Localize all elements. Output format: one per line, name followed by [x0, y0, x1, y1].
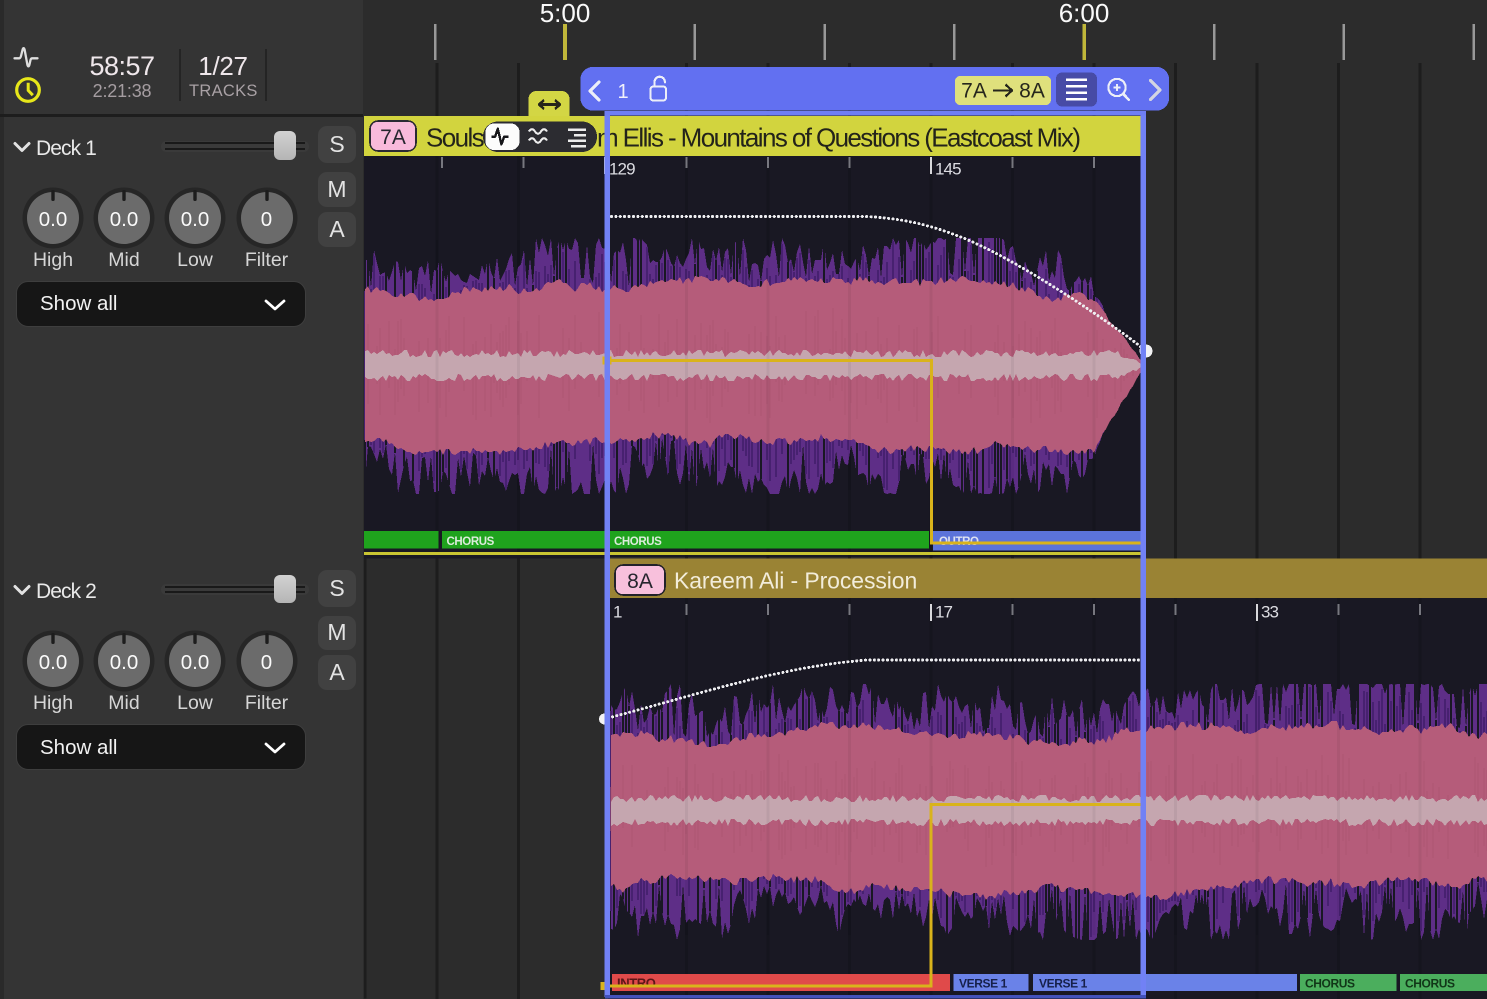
svg-text:VERSE 1: VERSE 1: [959, 977, 1008, 991]
svg-text:1: 1: [617, 81, 628, 103]
svg-text:INTRO: INTRO: [617, 976, 656, 991]
svg-text:m Ellis - Mountains of Questio: m Ellis - Mountains of Questions (Eastco…: [597, 123, 1080, 153]
svg-text:129: 129: [609, 160, 635, 179]
svg-text:7A: 7A: [380, 126, 406, 149]
svg-text:8A: 8A: [627, 570, 653, 593]
svg-text:Kareem Ali - Procession: Kareem Ali - Procession: [674, 568, 917, 594]
svg-text:VERSE 1: VERSE 1: [1039, 977, 1088, 991]
svg-text:7A: 7A: [961, 80, 987, 103]
svg-text:1: 1: [613, 603, 622, 622]
svg-text:Soulst: Soulst: [426, 123, 491, 153]
svg-text:5:00: 5:00: [540, 0, 591, 28]
svg-text:17: 17: [935, 603, 953, 622]
svg-text:33: 33: [1261, 603, 1279, 622]
svg-text:6:00: 6:00: [1059, 0, 1110, 28]
svg-text:CHORUS: CHORUS: [447, 536, 495, 548]
svg-text:CHORUS: CHORUS: [1405, 977, 1455, 991]
svg-text:8A: 8A: [1019, 80, 1045, 103]
svg-text:CHORUS: CHORUS: [1305, 977, 1355, 991]
svg-text:145: 145: [935, 160, 961, 179]
svg-text:CHORUS: CHORUS: [614, 536, 662, 548]
